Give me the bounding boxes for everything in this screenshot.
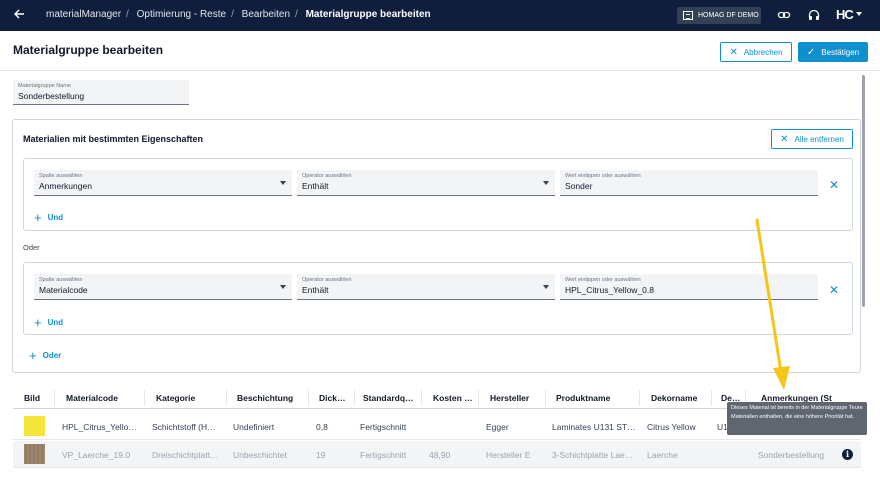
annotation-arrow	[755, 218, 790, 390]
